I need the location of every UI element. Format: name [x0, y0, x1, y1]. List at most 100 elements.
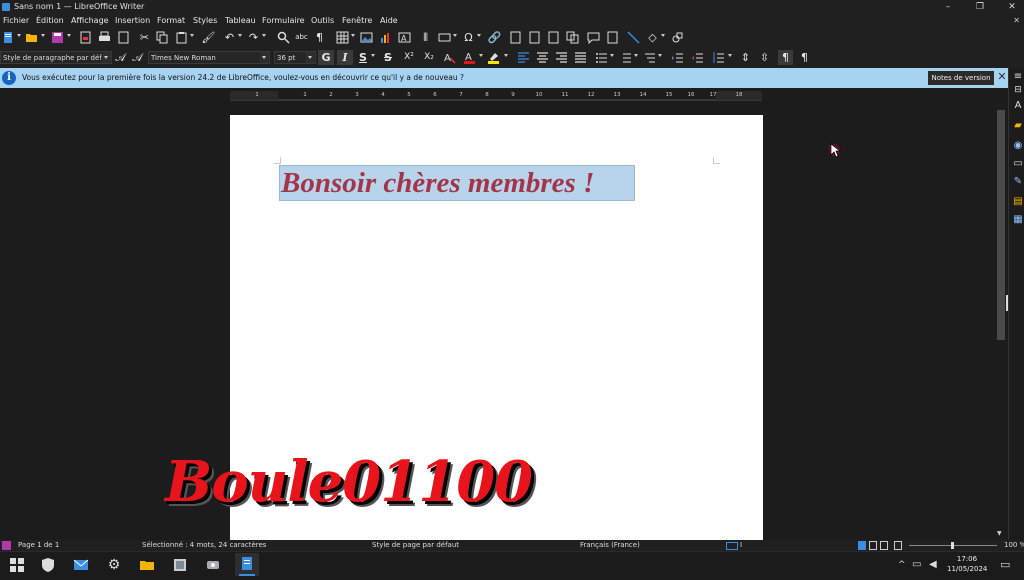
scroll-down-icon[interactable]: ▼ — [997, 530, 1002, 537]
increase-paragraph-spacing-icon[interactable]: ⇕ — [738, 50, 753, 65]
export-pdf-icon[interactable] — [78, 30, 93, 45]
outline-list-icon[interactable] — [642, 50, 657, 65]
decrease-indent-icon[interactable] — [690, 50, 705, 65]
zoom-level[interactable]: 100 % — [1004, 540, 1024, 551]
menu-tableau[interactable]: Tableau — [225, 14, 256, 28]
libreoffice-writer-task-icon[interactable] — [235, 553, 259, 576]
find-replace-icon[interactable] — [276, 30, 291, 45]
menu-edition[interactable]: Édition — [36, 14, 64, 28]
selection-mode-icon[interactable] — [726, 542, 738, 550]
sidebar-manage-changes-icon[interactable]: ▤ — [1012, 196, 1024, 208]
clone-formatting-icon[interactable]: 🖌 — [201, 30, 216, 45]
menu-fichier[interactable]: Fichier — [3, 14, 29, 28]
menu-format[interactable]: Format — [157, 14, 185, 28]
insert-textbox-icon[interactable]: A — [397, 30, 412, 45]
subscript-button[interactable]: X₂ — [420, 50, 438, 65]
document-text[interactable]: Bonsoir chères membres ! — [281, 168, 594, 198]
sidebar-styles-icon[interactable]: A — [1012, 100, 1024, 112]
strikethrough-button[interactable]: S — [381, 50, 395, 65]
close-window-button[interactable]: ✕ — [1000, 0, 1024, 14]
right-to-left-icon[interactable]: ¶ — [797, 50, 812, 65]
insert-endnote-icon[interactable] — [527, 30, 542, 45]
system-clock[interactable]: 17:06 11/05/2024 — [947, 554, 987, 574]
book-view-icon[interactable] — [880, 541, 888, 550]
sidebar-properties-icon[interactable]: ⊟ — [1012, 84, 1024, 96]
align-left-icon[interactable] — [516, 50, 531, 65]
track-changes-icon[interactable] — [605, 30, 620, 45]
menu-outils[interactable]: Outils — [311, 14, 334, 28]
language[interactable]: Français (France) — [580, 540, 640, 551]
sidebar-page-icon[interactable]: ▭ — [1012, 158, 1024, 170]
open-folder-icon[interactable] — [24, 30, 39, 45]
new-document-icon[interactable] — [1, 30, 16, 45]
superscript-button[interactable]: X² — [400, 50, 418, 65]
zoom-slider-thumb[interactable] — [951, 542, 954, 549]
notifications-icon[interactable]: ▭ — [1000, 557, 1016, 573]
menu-insertion[interactable]: Insertion — [115, 14, 150, 28]
menu-styles[interactable]: Styles — [193, 14, 217, 28]
menu-aide[interactable]: Aide — [380, 14, 398, 28]
windows-start-icon[interactable] — [9, 557, 25, 573]
justify-icon[interactable] — [573, 50, 588, 65]
menu-formulaire[interactable]: Formulaire — [262, 14, 305, 28]
insert-field-icon[interactable] — [437, 30, 452, 45]
highlight-color-icon[interactable] — [486, 50, 501, 65]
photos-icon[interactable] — [172, 557, 188, 573]
font-name-combo[interactable]: Times New Roman — [148, 51, 270, 64]
new-style-icon[interactable]: 𝒜 — [130, 50, 145, 65]
align-right-icon[interactable] — [554, 50, 569, 65]
insert-page-break-icon[interactable]: ⫴ — [418, 30, 433, 45]
insert-bookmark-icon[interactable] — [546, 30, 561, 45]
insert-footnote-icon[interactable] — [508, 30, 523, 45]
word-count[interactable]: Sélectionné : 4 mots, 24 caractères — [142, 540, 266, 551]
volume-icon[interactable]: ◀ — [929, 557, 945, 573]
sidebar-menu-icon[interactable]: ≡ — [1012, 71, 1024, 83]
font-size-combo[interactable]: 36 pt — [274, 51, 316, 64]
menu-fenetre[interactable]: Fenêtre — [342, 14, 372, 28]
insert-chart-icon[interactable] — [378, 30, 393, 45]
settings-gear-icon[interactable]: ⚙ — [106, 557, 122, 573]
sidebar-navigator-icon[interactable]: ◉ — [1012, 140, 1024, 152]
sidebar-gallery-icon[interactable]: ▰ — [1012, 120, 1024, 132]
release-notes-button[interactable]: Notes de version — [928, 71, 994, 85]
paste-icon[interactable] — [174, 30, 189, 45]
save-icon[interactable] — [50, 30, 65, 45]
redo-icon[interactable]: ↷ — [246, 30, 261, 45]
numbered-list-icon[interactable] — [618, 50, 633, 65]
italic-button[interactable]: I — [337, 50, 353, 65]
insert-line-icon[interactable] — [626, 30, 641, 45]
underline-button[interactable]: S — [357, 50, 369, 65]
paragraph-style-combo[interactable]: Style de paragraphe par défaut — [0, 51, 112, 64]
clear-formatting-icon[interactable]: A — [442, 50, 457, 65]
draw-functions-icon[interactable] — [670, 30, 685, 45]
line-spacing-icon[interactable] — [711, 50, 726, 65]
copy-icon[interactable] — [155, 30, 170, 45]
decrease-paragraph-spacing-icon[interactable]: ⇳ — [757, 50, 772, 65]
network-app-icon[interactable] — [205, 557, 221, 573]
security-shield-icon[interactable] — [40, 557, 56, 573]
mail-icon[interactable] — [73, 557, 89, 573]
page-count[interactable]: Page 1 de 1 — [18, 540, 59, 551]
undo-icon[interactable]: ↶ — [222, 30, 237, 45]
book-view-icon[interactable] — [894, 541, 902, 550]
sidebar-design-icon[interactable]: ▦ — [1012, 214, 1024, 226]
print-icon[interactable] — [97, 30, 112, 45]
multi-page-view-icon[interactable] — [869, 541, 877, 550]
insert-table-icon[interactable] — [335, 30, 350, 45]
print-preview-icon[interactable] — [116, 30, 131, 45]
cut-icon[interactable]: ✂ — [137, 30, 152, 45]
close-infobar-icon[interactable]: ✕ — [996, 69, 1008, 85]
formatting-marks-icon[interactable]: ¶ — [312, 30, 327, 45]
align-center-icon[interactable] — [535, 50, 550, 65]
network-icon[interactable]: ▭ — [912, 557, 928, 573]
update-style-icon[interactable]: 𝒜 — [113, 50, 128, 65]
basic-shapes-icon[interactable]: ◇ — [645, 30, 660, 45]
scrollbar-thumb[interactable] — [997, 110, 1005, 340]
spellcheck-icon[interactable]: abc — [294, 30, 309, 45]
bold-button[interactable]: G — [318, 50, 334, 65]
font-color-icon[interactable]: A — [462, 50, 477, 65]
file-explorer-icon[interactable] — [139, 557, 155, 573]
horizontal-ruler[interactable]: 1 1 2 3 4 5 6 7 8 9 10 11 12 13 14 15 16… — [230, 91, 762, 101]
single-page-view-icon[interactable] — [858, 541, 866, 550]
page-style[interactable]: Style de page par défaut — [372, 540, 459, 551]
